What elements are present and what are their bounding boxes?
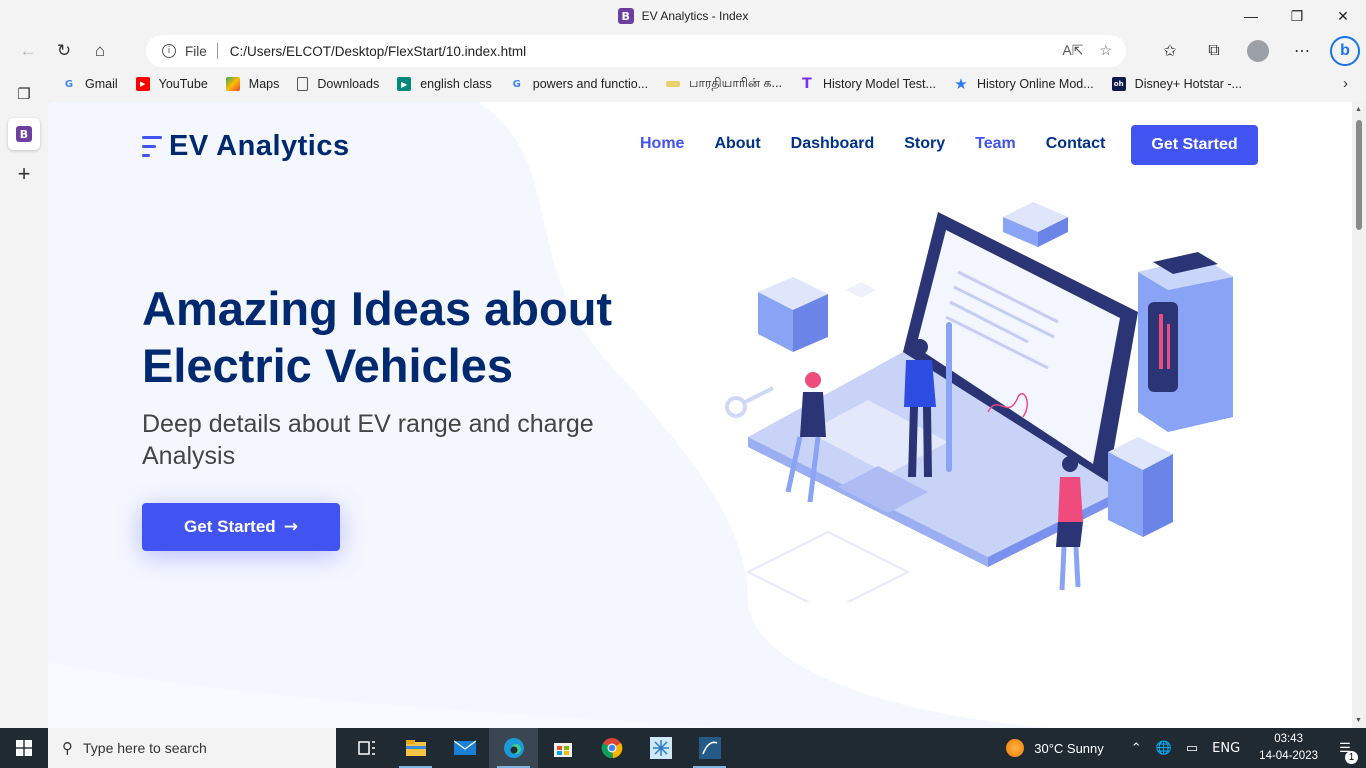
arrow-right-icon: → (283, 517, 298, 537)
close-window-button[interactable]: ✕ (1320, 0, 1366, 32)
scroll-down-icon[interactable]: ▼ (1355, 717, 1362, 724)
favorite-english-class[interactable]: ▶ english class (397, 77, 492, 91)
restore-button[interactable]: ❐ (1274, 0, 1320, 32)
star-icon: ★ (954, 75, 968, 93)
profile-avatar[interactable] (1247, 40, 1269, 62)
google-icon: G (512, 78, 521, 90)
address-url[interactable]: C:/Users/ELCOT/Desktop/FlexStart/10.inde… (230, 44, 526, 59)
edge-browser-icon[interactable] (489, 728, 538, 768)
favorite-history-model-test[interactable]: T History Model Test... (800, 76, 936, 92)
favorite-downloads[interactable]: Downloads (297, 77, 379, 91)
start-button[interactable] (0, 728, 48, 768)
favorite-powers-and-functions[interactable]: G powers and functio... (510, 77, 648, 91)
favorite-disney-hotstar[interactable]: oh Disney+ Hotstar -... (1111, 77, 1242, 91)
chrome-icon[interactable] (587, 728, 636, 768)
hotstar-icon: oh (1111, 77, 1126, 91)
favorite-history-online-mod[interactable]: ★ History Online Mod... (954, 75, 1093, 93)
site-icon (666, 81, 681, 87)
search-icon: ⚲ (62, 739, 73, 757)
scrollbar-thumb[interactable] (1356, 120, 1362, 230)
window-title: EV Analytics - Index (641, 9, 749, 23)
nav-home[interactable]: Home (640, 135, 684, 153)
notification-center-button[interactable]: ☰ 1 (1330, 740, 1360, 764)
add-favorite-icon[interactable]: ☆ (1099, 42, 1112, 59)
settings-more-icon[interactable]: ⋯ (1280, 41, 1324, 61)
home-button[interactable]: ⌂ (82, 35, 118, 67)
testbook-icon: T (802, 76, 812, 92)
refresh-button[interactable]: ↻ (46, 35, 82, 67)
notification-badge: 1 (1345, 751, 1358, 764)
favorite-bharathiyar[interactable]: பாரதியாரின் க... (666, 76, 782, 92)
address-scheme-label: File (185, 43, 207, 59)
weather-text[interactable]: 30°C Sunny (1034, 741, 1104, 756)
meet-icon: ▶ (397, 77, 412, 91)
hero-subtitle: Deep details about EV range and charge A… (142, 410, 594, 470)
nav-dashboard[interactable]: Dashboard (791, 135, 875, 153)
mysql-workbench-icon[interactable] (685, 728, 734, 768)
tab-favicon-icon: B (617, 8, 634, 24)
battery-icon[interactable]: ▭ (1186, 741, 1198, 756)
system-tray: 30°C Sunny ⌃ 🌐 ▭ ENG 03:43 14-04-2023 ☰ … (1006, 728, 1366, 768)
mail-icon[interactable] (440, 728, 489, 768)
header-get-started-button[interactable]: Get Started (1131, 125, 1258, 165)
clock-date: 14-04-2023 (1259, 750, 1318, 762)
tab-actions-icon[interactable]: ❐ (8, 78, 40, 110)
back-button[interactable]: ← (10, 35, 46, 67)
favorite-gmail[interactable]: G Gmail (62, 77, 118, 91)
maps-icon (225, 77, 240, 91)
favorite-maps[interactable]: Maps (225, 77, 279, 91)
nav-team[interactable]: Team (975, 135, 1016, 153)
bing-chat-icon[interactable]: b (1330, 36, 1360, 66)
search-placeholder: Type here to search (83, 740, 207, 756)
network-globe-icon[interactable]: 🌐 (1156, 741, 1172, 756)
vertical-tabs-sidebar: ❐ B + (0, 70, 48, 728)
google-icon: G (64, 78, 74, 90)
vertical-tab-ev-analytics[interactable]: B (8, 118, 40, 150)
read-aloud-icon[interactable]: A⇱ (1062, 42, 1083, 59)
minimize-button[interactable]: — (1228, 0, 1274, 32)
youtube-icon: ▶ (135, 77, 150, 91)
file-explorer-icon[interactable] (391, 728, 440, 768)
snowflake-app-icon[interactable] (636, 728, 685, 768)
clock-time: 03:43 (1274, 733, 1303, 745)
address-separator (216, 43, 218, 59)
microsoft-store-icon[interactable] (538, 728, 587, 768)
hero-title: Amazing Ideas about Electric Vehicles (142, 282, 613, 392)
page-icon (297, 77, 309, 91)
brand-name: EV Analytics (169, 130, 350, 162)
hero-cta-label: Get Started (184, 517, 276, 536)
logo-bars-icon (142, 134, 162, 160)
nav-story[interactable]: Story (904, 135, 945, 153)
windows-taskbar: ⚲ Type here to search 30°C Sunny ⌃ 🌐 ▭ E… (0, 728, 1366, 768)
weather-sun-icon[interactable] (1006, 739, 1025, 757)
window-title-bar: B EV Analytics - Index — ❐ ✕ (0, 0, 1366, 32)
chevron-up-icon[interactable]: ⌃ (1131, 741, 1142, 756)
favorite-youtube[interactable]: ▶ YouTube (135, 77, 208, 91)
site-nav: Home About Dashboard Story Team Contact (640, 135, 1105, 153)
hero-illustration (725, 202, 1233, 602)
chevron-right-icon[interactable]: › (1343, 75, 1348, 92)
tab-favicon-icon: B (16, 126, 32, 142)
taskbar-search-box[interactable]: ⚲ Type here to search (48, 728, 336, 768)
task-view-icon[interactable] (342, 728, 391, 768)
nav-contact[interactable]: Contact (1046, 135, 1106, 153)
favorites-icon[interactable]: ✩ (1148, 41, 1192, 61)
taskbar-clock[interactable]: 03:43 14-04-2023 (1259, 731, 1318, 765)
site-info-icon[interactable]: i (162, 44, 176, 58)
site-logo[interactable]: EV Analytics (142, 130, 350, 163)
language-indicator[interactable]: ENG (1212, 741, 1240, 756)
page-viewport: EV Analytics Home About Dashboard Story … (48, 102, 1352, 728)
hero-get-started-button[interactable]: Get Started → (142, 503, 340, 551)
collections-icon[interactable]: ⧉ (1192, 42, 1236, 60)
new-tab-plus-icon[interactable]: + (8, 158, 40, 190)
nav-about[interactable]: About (714, 135, 760, 153)
page-scrollbar[interactable]: ▲ ▼ (1352, 102, 1366, 728)
windows-logo-icon (16, 740, 32, 756)
browser-toolbar: ← ↻ ⌂ i File C:/Users/ELCOT/Desktop/Flex… (0, 32, 1366, 70)
favorites-bar: G Gmail ▶ YouTube Maps Downloads ▶ engli… (48, 70, 1366, 98)
address-bar[interactable]: i File C:/Users/ELCOT/Desktop/FlexStart/… (146, 35, 1126, 67)
scroll-up-icon[interactable]: ▲ (1355, 106, 1362, 113)
